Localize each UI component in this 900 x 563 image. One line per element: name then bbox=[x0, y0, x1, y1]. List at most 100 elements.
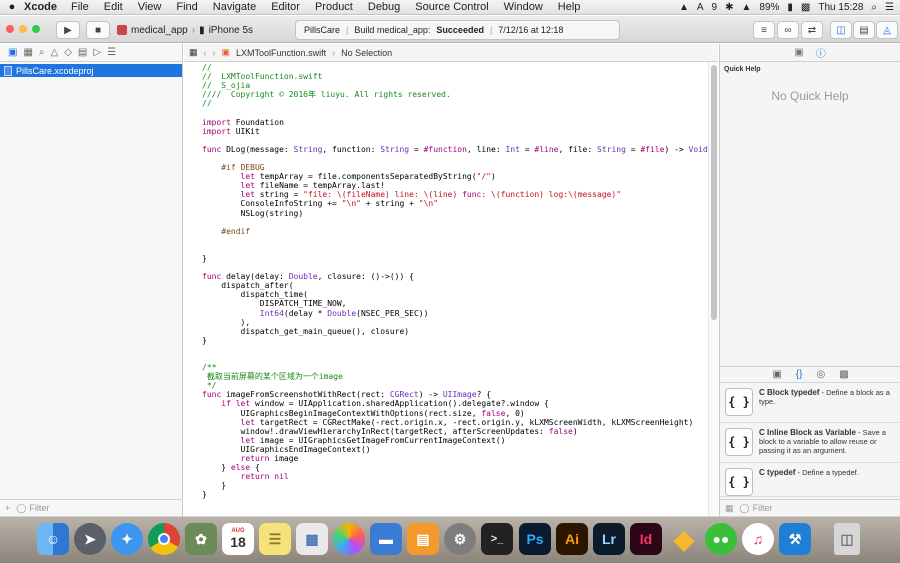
menu-navigate[interactable]: Navigate bbox=[213, 1, 256, 13]
debug-icon[interactable]: ▤ bbox=[78, 47, 87, 58]
play-icon: ▶ bbox=[64, 24, 72, 36]
library-item[interactable]: { } C Inline Block as Variable - Save a … bbox=[720, 423, 900, 463]
toggle-debug-area-button[interactable]: ▤ bbox=[853, 21, 875, 39]
grid-view-icon[interactable]: ▦ bbox=[725, 503, 734, 514]
menu-edit[interactable]: Edit bbox=[104, 1, 123, 13]
creative-cloud-icon[interactable]: ▲ bbox=[679, 2, 689, 13]
calendar-day: 18 bbox=[230, 534, 246, 550]
test-icon[interactable]: ◇ bbox=[64, 47, 72, 58]
toggle-navigator-button[interactable]: ◫ bbox=[830, 21, 852, 39]
notification-icon[interactable]: A bbox=[697, 2, 704, 13]
notification-center-icon[interactable]: ☰ bbox=[885, 2, 894, 13]
menu-file[interactable]: File bbox=[71, 1, 89, 13]
library-item[interactable]: { } C typedef - Define a typedef. bbox=[720, 463, 900, 497]
photos-icon[interactable] bbox=[333, 523, 365, 555]
ibooks-icon[interactable]: ▤ bbox=[407, 523, 439, 555]
battery-icon[interactable]: ▮ bbox=[787, 2, 793, 13]
app-menu[interactable]: Xcode bbox=[24, 1, 57, 13]
swift-file-icon: ▣ bbox=[221, 47, 231, 57]
back-icon[interactable]: ‹ bbox=[204, 48, 207, 58]
sketch-icon[interactable]: ◆ bbox=[668, 523, 700, 555]
warning-icon[interactable]: △ bbox=[51, 47, 59, 58]
jump-selection[interactable]: No Selection bbox=[341, 48, 392, 58]
xcode-icon[interactable]: ⚒ bbox=[779, 523, 811, 555]
quick-help-empty: No Quick Help bbox=[771, 89, 849, 103]
scrollbar-thumb[interactable] bbox=[711, 65, 717, 320]
input-source-icon[interactable]: ▩ bbox=[801, 2, 810, 13]
toggle-utilities-button[interactable]: ◬ bbox=[876, 21, 898, 39]
minimize-window-icon[interactable] bbox=[19, 25, 27, 33]
code-snippet-icon[interactable]: {} bbox=[796, 369, 803, 380]
menu-help[interactable]: Help bbox=[558, 1, 581, 13]
safari-icon[interactable]: ✦ bbox=[111, 523, 143, 555]
code-line: if let window = UIApplication.sharedAppl… bbox=[221, 399, 549, 409]
trash-icon[interactable]: ◫ bbox=[834, 523, 860, 555]
forward-icon[interactable]: › bbox=[213, 48, 216, 58]
standard-editor-button[interactable]: ≡ bbox=[753, 21, 775, 39]
calendar-icon[interactable]: AUG 18 bbox=[222, 523, 254, 555]
preview-photo-icon[interactable]: ✿ bbox=[185, 523, 217, 555]
bluetooth-icon[interactable]: ✱ bbox=[725, 2, 733, 13]
object-library-icon[interactable]: ◎ bbox=[816, 369, 825, 380]
wifi-icon[interactable]: ▲ bbox=[741, 2, 751, 13]
library-item-title: C Block typedef bbox=[759, 388, 820, 397]
device-name[interactable]: iPhone 5s bbox=[209, 25, 253, 36]
menu-source-control[interactable]: Source Control bbox=[415, 1, 488, 13]
scheme-selector[interactable]: medical_app › ▮ iPhone 5s bbox=[117, 21, 253, 39]
notes-icon[interactable]: ☰ bbox=[259, 523, 291, 555]
finder-icon[interactable]: ☺ bbox=[37, 523, 69, 555]
file-inspector-icon[interactable]: ▣ bbox=[794, 47, 803, 58]
photos-viewer-icon[interactable]: ▩ bbox=[296, 523, 328, 555]
add-icon[interactable]: + bbox=[5, 503, 10, 513]
library-item[interactable]: { } C Block typedef - Define a block as … bbox=[720, 383, 900, 423]
editor-scrollbar[interactable] bbox=[708, 62, 718, 516]
breakpoint-icon[interactable]: ▷ bbox=[93, 47, 101, 58]
menu-window[interactable]: Window bbox=[504, 1, 543, 13]
assistant-editor-button[interactable]: ∞ bbox=[777, 21, 799, 39]
lightroom-label: Lr bbox=[602, 531, 616, 547]
code-snippet-icon: { } bbox=[725, 388, 753, 416]
lightroom-icon[interactable]: Lr bbox=[593, 523, 625, 555]
report-icon[interactable]: ☰ bbox=[107, 47, 116, 58]
run-button[interactable]: ▶ bbox=[56, 21, 80, 39]
chrome-icon[interactable] bbox=[148, 523, 180, 555]
spotlight-icon[interactable]: ⌕ bbox=[871, 2, 877, 13]
zoom-window-icon[interactable] bbox=[32, 25, 40, 33]
quick-help-icon[interactable]: ⓘ bbox=[816, 45, 826, 60]
code-line: } bbox=[202, 490, 207, 500]
indesign-icon[interactable]: Id bbox=[630, 523, 662, 555]
code-line: ConsoleInfoString += "\n" + string + "\n… bbox=[202, 199, 439, 209]
keynote-icon[interactable]: ▬ bbox=[370, 523, 402, 555]
jump-file[interactable]: LXMToolFunction.swift bbox=[236, 48, 326, 58]
source-editor[interactable]: // // LXMToolFunction.swift // S_ojia //… bbox=[184, 62, 708, 516]
photoshop-label: Ps bbox=[526, 531, 544, 547]
menu-debug[interactable]: Debug bbox=[368, 1, 400, 13]
media-library-icon[interactable]: ▩ bbox=[839, 369, 848, 380]
scheme-name[interactable]: medical_app bbox=[131, 25, 188, 36]
stop-button[interactable]: ■ bbox=[86, 21, 110, 39]
menu-editor[interactable]: Editor bbox=[271, 1, 300, 13]
library-filter[interactable]: ◯ Filter bbox=[740, 503, 773, 514]
clock[interactable]: Thu 15:28 bbox=[818, 2, 863, 13]
apple-menu-icon[interactable]: ● bbox=[0, 1, 24, 13]
menu-find[interactable]: Find bbox=[176, 1, 197, 13]
symbol-icon[interactable]: ▦ bbox=[23, 47, 32, 58]
launchpad-icon[interactable]: ➤ bbox=[74, 523, 106, 555]
project-navigator: ▣ ▦ ⌕ △ ◇ ▤ ▷ ☰ PillsCare.xcodeproj + ◯ … bbox=[0, 44, 183, 516]
navigator-filter[interactable]: ◯ Filter bbox=[16, 503, 49, 514]
folder-icon[interactable]: ▣ bbox=[8, 47, 17, 58]
nav-item-project[interactable]: PillsCare.xcodeproj bbox=[0, 64, 182, 77]
terminal-icon[interactable]: >_ bbox=[481, 523, 513, 555]
itunes-icon[interactable]: ♫ bbox=[742, 523, 774, 555]
related-items-icon[interactable]: ▦ bbox=[189, 47, 198, 58]
system-preferences-icon[interactable]: ⚙ bbox=[444, 523, 476, 555]
search-icon[interactable]: ⌕ bbox=[39, 47, 45, 58]
menu-view[interactable]: View bbox=[138, 1, 162, 13]
version-editor-button[interactable]: ⇄ bbox=[801, 21, 823, 39]
menu-product[interactable]: Product bbox=[315, 1, 353, 13]
wechat-icon[interactable]: ●● bbox=[705, 523, 737, 555]
file-template-icon[interactable]: ▣ bbox=[772, 369, 781, 380]
close-window-icon[interactable] bbox=[6, 25, 14, 33]
illustrator-icon[interactable]: Ai bbox=[556, 523, 588, 555]
photoshop-icon[interactable]: Ps bbox=[519, 523, 551, 555]
